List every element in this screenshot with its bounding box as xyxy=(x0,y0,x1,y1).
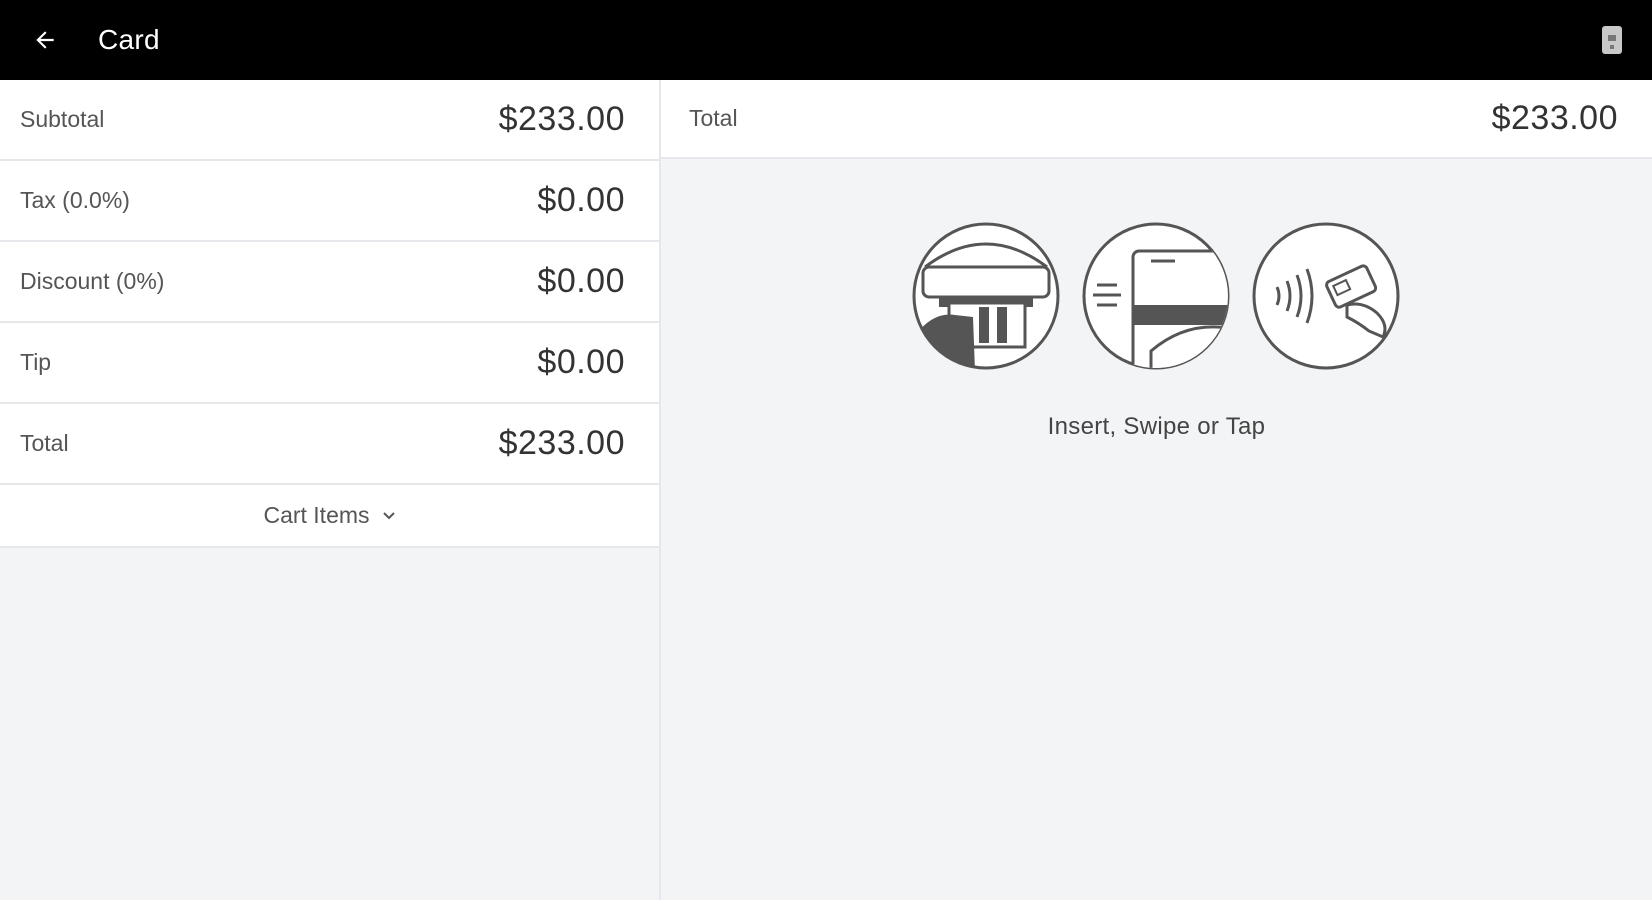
payment-prompt: Insert, Swipe or Tap xyxy=(1047,413,1266,440)
app-bar: Card xyxy=(0,0,1652,80)
subtotal-label: Subtotal xyxy=(20,106,105,132)
payment-total-value: $233.00 xyxy=(1491,99,1618,137)
payment-total-label: Total xyxy=(689,105,738,131)
total-value: $233.00 xyxy=(498,424,625,462)
tax-label: Tax (0.0%) xyxy=(20,187,130,213)
summary-row-total: Total $233.00 xyxy=(0,404,659,485)
payment-panel: Total $233.00 Insert, Swipe or Tap xyxy=(661,80,1652,900)
swipe-card-icon xyxy=(1082,222,1230,370)
discount-label: Discount (0%) xyxy=(20,268,165,294)
cart-items-label: Cart Items xyxy=(263,502,370,528)
page-title: Card xyxy=(98,24,160,55)
payment-methods xyxy=(911,221,1401,371)
arrow-left-icon xyxy=(36,31,54,49)
summary-row-subtotal: Subtotal $233.00 xyxy=(0,80,659,161)
discount-value: $0.00 xyxy=(537,262,625,300)
order-summary-panel: Subtotal $233.00 Tax (0.0%) $0.00 Discou… xyxy=(0,80,661,900)
subtotal-value: $233.00 xyxy=(498,100,625,138)
summary-row-discount: Discount (0%) $0.00 xyxy=(0,242,659,323)
chevron-down-icon xyxy=(382,511,396,521)
summary-row-tax: Tax (0.0%) $0.00 xyxy=(0,161,659,242)
cart-items-toggle[interactable]: Cart Items xyxy=(0,485,659,548)
card-reader-button[interactable] xyxy=(1594,22,1630,58)
card-reader-icon xyxy=(1602,26,1622,54)
tip-label: Tip xyxy=(20,349,52,375)
tip-value: $0.00 xyxy=(537,343,625,381)
total-label: Total xyxy=(20,430,69,456)
tap-card-icon xyxy=(1252,222,1400,370)
payment-total-bar: Total $233.00 xyxy=(661,80,1652,159)
summary-row-tip: Tip $0.00 xyxy=(0,323,659,404)
insert-card-icon xyxy=(912,222,1060,370)
tax-value: $0.00 xyxy=(537,181,625,219)
back-button[interactable] xyxy=(22,17,68,63)
